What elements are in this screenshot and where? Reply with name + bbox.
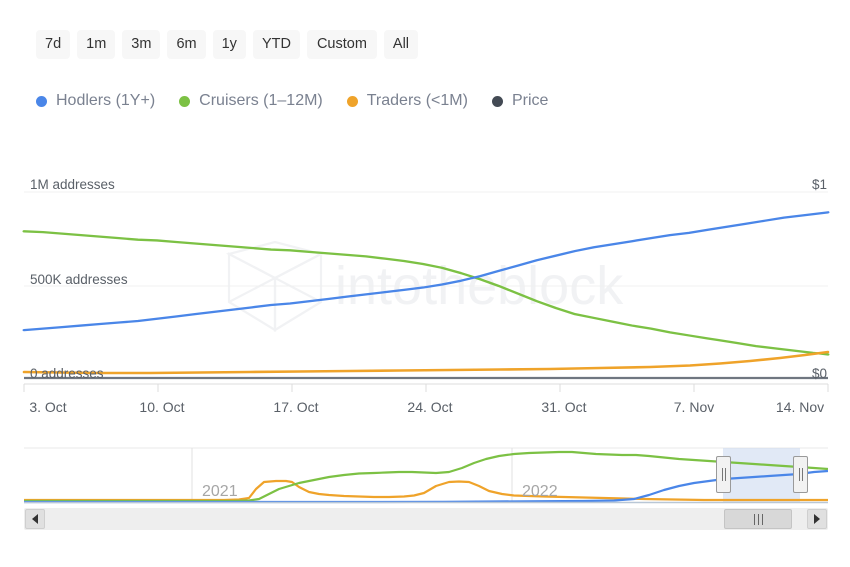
legend-item-traders[interactable]: Traders (<1M) xyxy=(347,93,468,109)
main-plot-area: 1M addresses 500K addresses 0 addresses … xyxy=(0,150,850,418)
range-button-all[interactable]: All xyxy=(384,30,418,59)
x-axis-tick-1: 3. Oct xyxy=(29,400,66,414)
legend-label-traders: Traders (<1M) xyxy=(367,93,468,109)
chart-navigator[interactable]: 2021 2022 xyxy=(24,444,828,506)
legend-item-price[interactable]: Price xyxy=(492,93,548,109)
range-button-3m[interactable]: 3m xyxy=(122,30,160,59)
navigator-handle-right[interactable] xyxy=(793,456,808,493)
range-button-7d[interactable]: 7d xyxy=(36,30,70,59)
legend-dot-icon-price xyxy=(492,96,503,107)
x-axis-tick-5: 31. Oct xyxy=(541,400,586,414)
scroll-right-icon xyxy=(814,514,820,524)
y-axis-label-1m: 1M addresses xyxy=(30,178,115,192)
navigator-background xyxy=(24,444,828,506)
y2-axis-label-1: $1 xyxy=(812,178,827,192)
range-button-custom[interactable]: Custom xyxy=(307,30,377,59)
navigator-svg[interactable] xyxy=(24,444,828,506)
chart-container: 7d 1m 3m 6m 1y YTD Custom All Hodlers (1… xyxy=(0,0,850,567)
legend-label-cruisers: Cruisers (1–12M) xyxy=(199,93,323,109)
legend-item-cruisers[interactable]: Cruisers (1–12M) xyxy=(179,93,323,109)
navigator-year-label-2022: 2022 xyxy=(522,484,558,500)
traders-series-line xyxy=(24,352,828,373)
legend-dot-icon-traders xyxy=(347,96,358,107)
y-axis-label-500k: 500K addresses xyxy=(30,273,128,287)
range-selector: 7d 1m 3m 6m 1y YTD Custom All xyxy=(36,30,418,59)
legend-dot-icon-hodlers xyxy=(36,96,47,107)
x-axis-tick-7: 14. Nov xyxy=(776,400,824,414)
range-button-1y[interactable]: 1y xyxy=(213,30,246,59)
navigator-handle-left[interactable] xyxy=(716,456,731,493)
range-button-1m[interactable]: 1m xyxy=(77,30,115,59)
x-axis-tick-4: 24. Oct xyxy=(407,400,452,414)
scroll-left-icon xyxy=(32,514,38,524)
x-axis-tick-3: 17. Oct xyxy=(273,400,318,414)
hodlers-series-line xyxy=(24,212,828,330)
cruisers-series-line xyxy=(24,231,828,354)
resize-grip-icon xyxy=(722,468,726,481)
legend-item-hodlers[interactable]: Hodlers (1Y+) xyxy=(36,93,155,109)
navigator-year-label-2021: 2021 xyxy=(202,484,238,500)
scroll-right-button[interactable] xyxy=(807,509,827,529)
chart-legend: Hodlers (1Y+) Cruisers (1–12M) Traders (… xyxy=(36,93,548,109)
range-button-6m[interactable]: 6m xyxy=(167,30,205,59)
scroll-left-button[interactable] xyxy=(25,509,45,529)
legend-dot-icon-cruisers xyxy=(179,96,190,107)
navigator-scrollbar[interactable] xyxy=(24,508,828,530)
x-axis-tick-2: 10. Oct xyxy=(139,400,184,414)
range-button-ytd[interactable]: YTD xyxy=(253,30,300,59)
scroll-thumb-grip-icon xyxy=(754,514,763,525)
legend-label-hodlers: Hodlers (1Y+) xyxy=(56,93,155,109)
y-axis-label-0: 0 addresses xyxy=(30,367,104,381)
x-axis-tick-6: 7. Nov xyxy=(674,400,714,414)
legend-label-price: Price xyxy=(512,93,548,109)
y2-axis-label-0: $0 xyxy=(812,367,827,381)
resize-grip-icon xyxy=(799,468,803,481)
scroll-thumb[interactable] xyxy=(724,509,792,529)
x-axis-ticks xyxy=(24,384,828,392)
